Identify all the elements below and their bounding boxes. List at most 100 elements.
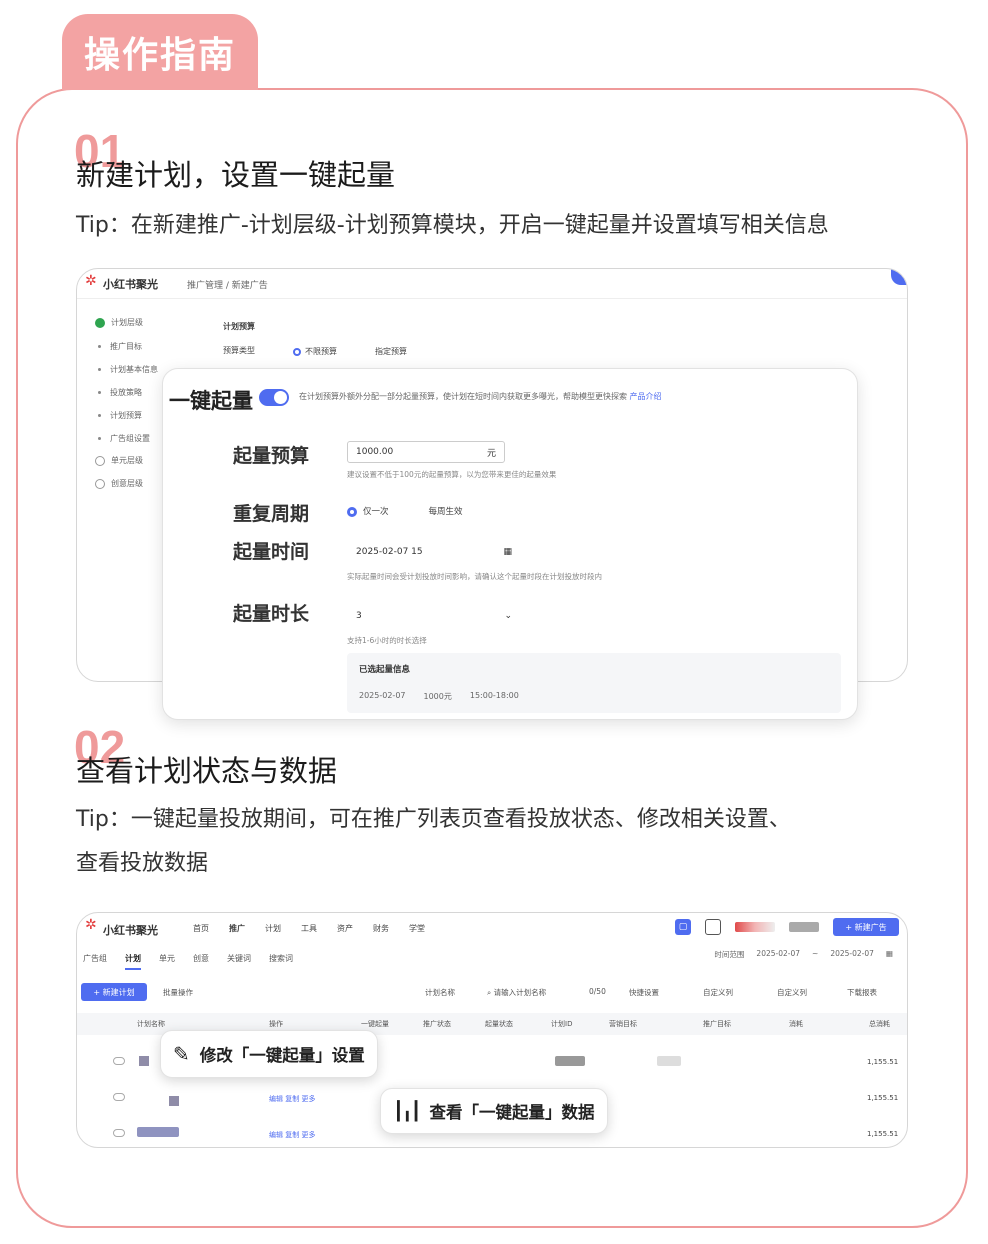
budget-type-option[interactable]: 指定预算 <box>375 346 407 357</box>
budget-label: 起量预算 <box>233 445 310 467</box>
budget-type-option[interactable]: 不限预算 <box>293 346 337 357</box>
step-tip-2a: Tip：一键起量投放期间，可在推广列表页查看投放状态、修改相关设置、 <box>76 807 791 832</box>
app-name: 小红书聚光 <box>103 924 158 937</box>
row-actions[interactable]: 编辑 复制 更多 <box>269 1130 315 1140</box>
new-plan-button[interactable]: + 新建计划 <box>81 983 147 1001</box>
time-label: 起量时间 <box>233 541 310 563</box>
calendar-icon: ▦ <box>503 547 512 557</box>
step-title-1: 新建计划，设置一键起量 <box>76 158 396 192</box>
sidebar-item[interactable]: 推广目标 <box>95 341 142 352</box>
nav-item[interactable]: 学堂 <box>409 923 425 934</box>
tab[interactable]: 创意 <box>193 953 209 970</box>
product-intro-link[interactable]: 产品介绍 <box>630 392 662 401</box>
page-title: 操作指南 <box>62 14 258 90</box>
row-target <box>657 1056 681 1066</box>
step-tip-2b: 查看投放数据 <box>76 851 209 876</box>
column-header: 总消耗 <box>869 1020 890 1028</box>
sidebar-item-creative[interactable]: 创意层级 <box>95 478 143 489</box>
sidebar-item-plan[interactable]: 计划层级 <box>95 317 143 328</box>
column-header: 计划名称 <box>137 1020 165 1028</box>
column-header: 起量状态 <box>485 1020 513 1028</box>
nav-item[interactable]: 财务 <box>373 923 389 934</box>
sidebar-item-unit[interactable]: 单元层级 <box>95 455 143 466</box>
step-tip-1: Tip：在新建推广-计划层级-计划预算模块，开启一键起量并设置填写相关信息 <box>76 213 829 238</box>
tab[interactable]: 广告组 <box>83 953 107 970</box>
app-logo-icon: ✲ <box>85 273 97 289</box>
radio-once[interactable]: 仅一次 <box>347 505 389 517</box>
account-name <box>789 922 819 932</box>
row-thumbnail <box>137 1127 179 1137</box>
download-report[interactable]: 下载报表 <box>847 987 877 998</box>
message-icon[interactable]: ▢ <box>675 919 691 935</box>
row-switch[interactable] <box>113 1129 125 1137</box>
new-ad-button[interactable]: + 新建广告 <box>833 918 899 936</box>
help-icon[interactable] <box>705 919 721 935</box>
pencil-icon: ✎ <box>173 1042 190 1066</box>
quick-settings[interactable]: 快捷设置 <box>629 987 659 998</box>
breadcrumb: 推广管理 / 新建广告 <box>187 281 268 291</box>
row-switch[interactable] <box>113 1057 125 1065</box>
row-thumbnail <box>139 1056 149 1066</box>
column-header: 推广目标 <box>703 1020 731 1028</box>
selected-boost-summary: 已选起量信息 2025-02-07 1000元 15:00-18:00 <box>347 653 841 713</box>
budget-type-label: 预算类型 <box>223 346 255 355</box>
section-label: 计划预算 <box>223 322 255 331</box>
tab[interactable]: 搜索词 <box>269 953 293 970</box>
filter-name[interactable]: 计划名称 <box>425 987 455 998</box>
sidebar-item[interactable]: 计划基本信息 <box>95 364 158 375</box>
step-title-2: 查看计划状态与数据 <box>76 754 338 788</box>
callout-view-data: ┃╻┃ 查看「一键起量」数据 <box>380 1088 608 1134</box>
summary-date: 2025-02-07 <box>359 691 406 700</box>
nav-item[interactable]: 推广 <box>229 923 245 934</box>
panel-title: 一键起量 <box>169 389 253 413</box>
boost-toggle[interactable] <box>259 389 289 406</box>
summary-amount: 1000元 <box>423 692 452 701</box>
app-logo-icon: ✲ <box>85 917 97 933</box>
nav-item[interactable]: 计划 <box>265 923 281 934</box>
list-tabs: 广告组 计划 单元 创意 关键词 搜索词 <box>83 953 293 970</box>
bar-chart-icon: ┃╻┃ <box>393 1100 421 1122</box>
time-picker[interactable]: 2025-02-07 15 ▦ <box>347 541 521 563</box>
repeat-radio-group[interactable]: 仅一次 每周生效 <box>347 505 463 517</box>
app-header: ✲ 小红书聚光 推广管理 / 新建广告 <box>77 269 907 299</box>
budget-hint: 建议设置不低于100元的起量预算，以为您带来更佳的起量效果 <box>347 470 557 479</box>
time-hint: 实际起量时间会受计划投放时间影响，请确认这个起量时段在计划投放时段内 <box>347 572 602 581</box>
custom-columns-2[interactable]: 自定义列 <box>777 987 807 998</box>
column-header: 营销目标 <box>609 1020 637 1028</box>
radio-weekly[interactable]: 每周生效 <box>429 505 463 517</box>
tab[interactable]: 关键词 <box>227 953 251 970</box>
search-input[interactable]: ⌕ 请输入计划名称 <box>487 987 546 998</box>
nav-item[interactable]: 工具 <box>301 923 317 934</box>
search-count: 0/50 <box>589 987 606 996</box>
custom-columns[interactable]: 自定义列 <box>703 987 733 998</box>
search-icon: ⌕ <box>487 988 494 997</box>
date-range[interactable]: 时间范围 2025-02-07 ~ 2025-02-07 ▦ <box>714 949 893 960</box>
sidebar-item[interactable]: 投放策略 <box>95 387 142 398</box>
batch-op[interactable]: 批量操作 <box>163 987 193 998</box>
nav-item[interactable]: 资产 <box>337 923 353 934</box>
column-header: 计划ID <box>551 1020 573 1028</box>
row-thumbnail <box>169 1096 179 1106</box>
tab[interactable]: 单元 <box>159 953 175 970</box>
duration-label: 起量时长 <box>233 603 310 625</box>
summary-title: 已选起量信息 <box>359 665 411 675</box>
list-toolbar: + 新建计划 批量操作 计划名称 ⌕ 请输入计划名称 0/50 快捷设置 自定义… <box>81 981 905 1005</box>
duration-select[interactable]: 3 ⌄ <box>347 605 521 627</box>
summary-time: 15:00-18:00 <box>469 691 519 700</box>
one-click-boost-panel: 一键起量 在计划预算外额外分配一部分起量预算，使计划在短时间内获取更多曝光，帮助… <box>162 368 858 720</box>
row-cost: 1,155.51 <box>867 1094 899 1102</box>
panel-description: 在计划预算外额外分配一部分起量预算，使计划在短时间内获取更多曝光，帮助模型更快探… <box>299 392 662 401</box>
tab-active[interactable]: 计划 <box>125 953 141 970</box>
nav-item[interactable]: 首页 <box>193 923 209 934</box>
step-icon <box>95 478 105 489</box>
row-cost: 1,155.51 <box>867 1130 899 1138</box>
budget-input[interactable]: 1000.00 元 <box>347 441 505 463</box>
sidebar-item[interactable]: 广告组设置 <box>95 433 150 444</box>
column-header: 推广状态 <box>423 1020 451 1028</box>
row-actions[interactable]: 编辑 复制 更多 <box>269 1094 315 1104</box>
calendar-icon: ▦ <box>885 949 893 958</box>
column-header: 一键起量 <box>361 1020 389 1028</box>
row-switch[interactable] <box>113 1093 125 1101</box>
sidebar-item[interactable]: 计划预算 <box>95 410 142 421</box>
repeat-label: 重复周期 <box>233 503 310 525</box>
